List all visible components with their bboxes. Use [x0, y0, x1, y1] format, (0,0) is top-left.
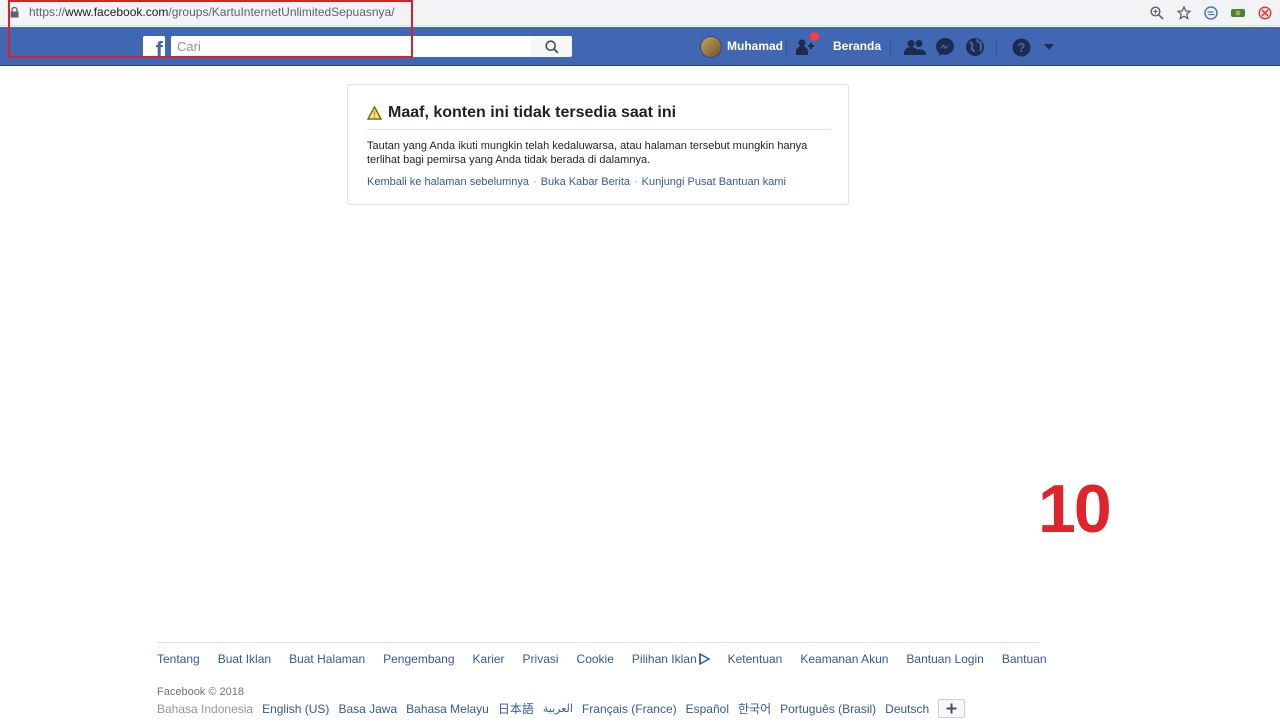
footer-link-ad-choices-label: Pilihan Iklan: [631, 652, 697, 666]
footer-link-cookies[interactable]: Cookie: [577, 652, 614, 666]
profile-avatar[interactable]: [700, 36, 722, 58]
notifications-globe-icon[interactable]: [964, 36, 986, 58]
language-option[interactable]: Bahasa Melayu: [406, 702, 489, 716]
help-center-link[interactable]: Kunjungi Pusat Bantuan kami: [642, 176, 786, 188]
language-option[interactable]: Deutsch: [885, 702, 929, 716]
language-option[interactable]: 한국어: [738, 700, 771, 717]
language-option[interactable]: Basa Jawa: [338, 702, 397, 716]
content-unavailable-card: Maaf, konten ini tidak tersedia saat ini…: [347, 84, 849, 205]
search-button[interactable]: [531, 36, 572, 57]
nav-divider: [996, 38, 997, 56]
link-separator: ·: [533, 176, 537, 188]
footer-link-create-page[interactable]: Buat Halaman: [289, 652, 365, 666]
bookmark-star-icon[interactable]: [1175, 4, 1193, 22]
footer-link-help[interactable]: Bantuan: [1002, 652, 1047, 666]
card-title-text: Maaf, konten ini tidak tersedia saat ini: [388, 104, 677, 121]
copyright-text: Facebook © 2018: [157, 686, 244, 698]
language-option[interactable]: العربية: [543, 702, 573, 715]
footer-link-about[interactable]: Tentang: [157, 652, 200, 666]
footer-link-login-help[interactable]: Bantuan Login: [906, 652, 983, 666]
account-menu-caret-icon[interactable]: [1038, 36, 1060, 58]
annotation-number: 10: [1038, 471, 1112, 547]
footer-link-privacy[interactable]: Privasi: [523, 652, 559, 666]
language-option[interactable]: English (US): [262, 702, 329, 716]
home-link[interactable]: Beranda: [833, 39, 881, 53]
footer-link-careers[interactable]: Karier: [473, 652, 505, 666]
more-languages-button[interactable]: [938, 699, 966, 718]
current-language: Bahasa Indonesia: [157, 701, 254, 716]
language-option[interactable]: Português (Brasil): [780, 702, 876, 716]
extension-block-icon[interactable]: [1256, 4, 1274, 22]
card-title: Maaf, konten ini tidak tersedia saat ini: [367, 104, 676, 122]
card-message: Tautan yang Anda ikuti mungkin telah ked…: [367, 140, 808, 166]
warning-icon: [367, 106, 382, 120]
profile-name-link[interactable]: Muhamad: [727, 39, 783, 53]
friend-requests-icon[interactable]: [904, 36, 926, 58]
notification-dot: [810, 32, 819, 41]
nav-divider: [890, 38, 891, 56]
zoom-icon[interactable]: [1148, 4, 1166, 22]
card-links: Kembali ke halaman sebelumnya · Buka Kabar…: [367, 176, 786, 188]
language-list: Bahasa Indonesia English (US) Basa Jawa …: [157, 699, 966, 718]
nav-divider: [786, 38, 787, 56]
search-icon: [544, 39, 559, 54]
card-divider: [367, 129, 830, 130]
back-previous-page-link[interactable]: Kembali ke halaman sebelumnya: [367, 176, 529, 188]
link-separator: ·: [634, 176, 638, 188]
footer-link-terms[interactable]: Ketentuan: [728, 652, 783, 666]
help-question-icon[interactable]: ?: [1010, 36, 1032, 58]
footer-links: Tentang Buat Iklan Buat Halaman Pengemba…: [157, 652, 1047, 666]
language-option[interactable]: 日本語: [498, 700, 534, 717]
svg-text:?: ?: [1017, 40, 1025, 55]
language-option[interactable]: Español: [686, 702, 729, 716]
ad-choices-icon: [698, 653, 710, 665]
annotation-highlight-box: [8, 0, 413, 58]
extension-sync-icon[interactable]: [1202, 4, 1220, 22]
news-feed-link[interactable]: Buka Kabar Berita: [541, 176, 630, 188]
messenger-icon[interactable]: [934, 36, 956, 58]
footer-divider: [157, 642, 1039, 643]
language-option[interactable]: Français (France): [582, 702, 677, 716]
footer-link-create-ad[interactable]: Buat Iklan: [218, 652, 271, 666]
footer-link-account-security[interactable]: Keamanan Akun: [800, 652, 888, 666]
plus-icon: [946, 703, 957, 714]
footer-link-developers[interactable]: Pengembang: [383, 652, 454, 666]
extension-money-icon[interactable]: [1229, 4, 1247, 22]
footer-link-ad-choices[interactable]: Pilihan Iklan: [632, 652, 710, 666]
